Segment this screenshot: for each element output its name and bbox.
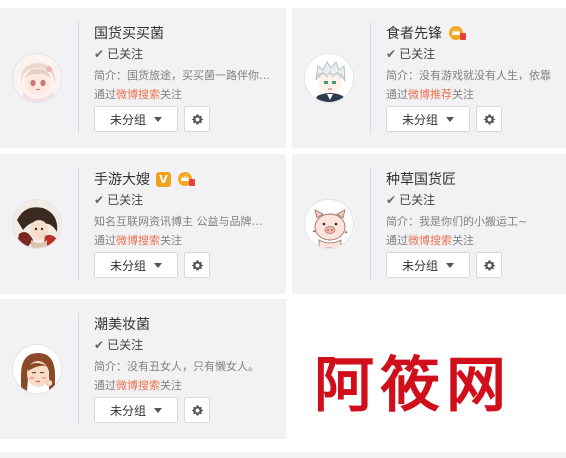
via-suffix: 关注 bbox=[160, 88, 182, 101]
followed-label: 已关注 bbox=[399, 193, 436, 207]
user-name[interactable]: 食者先锋 bbox=[386, 23, 442, 43]
caret-down-icon bbox=[446, 262, 454, 268]
via-prefix: 通过 bbox=[94, 379, 116, 392]
checkmark-icon: ✔ bbox=[94, 337, 105, 352]
group-label: 未分组 bbox=[401, 258, 438, 273]
caret-down-icon bbox=[154, 407, 162, 413]
follow-source: 通过微博推荐关注 bbox=[386, 86, 474, 102]
checkmark-icon: ✔ bbox=[94, 192, 105, 207]
user-name[interactable]: 潮美妆菌 bbox=[94, 314, 150, 334]
user-card: 国货买买菌 ✔ 已关注 简介：国货旅途，买买菌一路伴你… 通过微博搜索关注 未分… bbox=[0, 8, 286, 148]
via-source-link[interactable]: 微博搜索 bbox=[116, 88, 160, 101]
via-prefix: 通过 bbox=[386, 88, 408, 101]
user-intro: 简介：我是你们的小搬运工~ bbox=[386, 215, 528, 228]
followed-label: 已关注 bbox=[107, 338, 144, 352]
via-prefix: 通过 bbox=[94, 88, 116, 101]
via-source-link[interactable]: 微博推荐 bbox=[408, 88, 452, 101]
user-intro: 知名互联网资讯博主 公益与品牌… bbox=[94, 215, 263, 228]
followed-status: ✔ 已关注 bbox=[386, 45, 435, 62]
via-suffix: 关注 bbox=[452, 234, 474, 247]
group-label: 未分组 bbox=[109, 258, 146, 273]
followed-label: 已关注 bbox=[107, 193, 144, 207]
via-suffix: 关注 bbox=[452, 88, 474, 101]
name-row: 国货买买菌 bbox=[94, 23, 164, 43]
watermark: 阿筱网 bbox=[314, 351, 512, 421]
user-card: 潮美妆菌 ✔ 已关注 简介：没有丑女人，只有懒女人。 通过微博搜索关注 未分组 bbox=[0, 299, 286, 439]
divider bbox=[370, 168, 371, 280]
caret-down-icon bbox=[446, 116, 454, 122]
settings-button[interactable] bbox=[184, 106, 210, 132]
checkmark-icon: ✔ bbox=[386, 46, 397, 61]
via-suffix: 关注 bbox=[160, 379, 182, 392]
group-label: 未分组 bbox=[109, 112, 146, 127]
via-source-link[interactable]: 微博搜索 bbox=[408, 234, 452, 247]
group-label: 未分组 bbox=[401, 112, 438, 127]
group-select-button[interactable]: 未分组 bbox=[94, 397, 178, 423]
gear-icon bbox=[483, 259, 495, 271]
svg-text:✦: ✦ bbox=[344, 230, 348, 236]
avatar[interactable] bbox=[12, 199, 62, 249]
caret-down-icon bbox=[154, 262, 162, 268]
gear-icon bbox=[191, 404, 203, 416]
user-intro: 简介：没有游戏就没有人生，依靠 bbox=[386, 69, 551, 82]
follow-source: 通过微博搜索关注 bbox=[94, 86, 182, 102]
follow-source: 通过微博搜索关注 bbox=[94, 232, 182, 248]
settings-button[interactable] bbox=[184, 397, 210, 423]
user-card: ✦ ✦ 种草国货匠 ✔ 已关注 简介：我是你们的小搬运工~ 通过微博搜索关注 未… bbox=[292, 154, 566, 294]
verified-v-badge: V bbox=[156, 171, 171, 187]
via-prefix: 通过 bbox=[94, 234, 116, 247]
divider bbox=[370, 22, 371, 134]
gear-icon bbox=[191, 113, 203, 125]
crown-badge-icon bbox=[449, 26, 466, 40]
avatar[interactable] bbox=[304, 53, 354, 103]
settings-button[interactable] bbox=[476, 252, 502, 278]
via-source-link[interactable]: 微博搜索 bbox=[116, 379, 160, 392]
avatar[interactable]: ✦ ✦ bbox=[304, 199, 354, 249]
name-row: 手游大嫂 V bbox=[94, 169, 196, 189]
follow-source: 通过微博搜索关注 bbox=[386, 232, 474, 248]
checkmark-icon: ✔ bbox=[386, 192, 397, 207]
gear-icon bbox=[483, 113, 495, 125]
followed-label: 已关注 bbox=[399, 47, 436, 61]
group-select-button[interactable]: 未分组 bbox=[94, 106, 178, 132]
user-name[interactable]: 种草国货匠 bbox=[386, 169, 456, 189]
avatar[interactable] bbox=[12, 344, 62, 394]
user-card: 食者先锋 ✔ 已关注 简介：没有游戏就没有人生，依靠 通过微博推荐关注 未分组 bbox=[292, 8, 566, 148]
followed-status: ✔ 已关注 bbox=[94, 191, 143, 208]
user-card: 手游大嫂 V ✔ 已关注 知名互联网资讯博主 公益与品牌… 通过微博搜索关注 未… bbox=[0, 154, 286, 294]
svg-text:✦: ✦ bbox=[312, 229, 316, 235]
divider bbox=[78, 22, 79, 134]
group-select-button[interactable]: 未分组 bbox=[386, 252, 470, 278]
divider bbox=[78, 168, 79, 280]
user-intro: 简介：没有丑女人，只有懒女人。 bbox=[94, 360, 259, 373]
followed-status: ✔ 已关注 bbox=[94, 45, 143, 62]
via-prefix: 通过 bbox=[386, 234, 408, 247]
name-row: 食者先锋 bbox=[386, 23, 467, 43]
via-suffix: 关注 bbox=[160, 234, 182, 247]
user-name[interactable]: 国货买买菌 bbox=[94, 23, 164, 43]
via-source-link[interactable]: 微博搜索 bbox=[116, 234, 160, 247]
divider bbox=[78, 313, 79, 425]
name-row: 种草国货匠 bbox=[386, 169, 456, 189]
group-select-button[interactable]: 未分组 bbox=[94, 252, 178, 278]
caret-down-icon bbox=[154, 116, 162, 122]
followed-status: ✔ 已关注 bbox=[94, 336, 143, 353]
settings-button[interactable] bbox=[476, 106, 502, 132]
checkmark-icon: ✔ bbox=[94, 46, 105, 61]
followed-label: 已关注 bbox=[107, 47, 144, 61]
crown-badge-icon bbox=[178, 172, 195, 186]
bottom-divider bbox=[0, 452, 566, 458]
user-name[interactable]: 手游大嫂 bbox=[94, 169, 150, 189]
name-row: 潮美妆菌 bbox=[94, 314, 150, 334]
gear-icon bbox=[191, 259, 203, 271]
avatar[interactable] bbox=[12, 53, 62, 103]
follow-source: 通过微博搜索关注 bbox=[94, 377, 182, 393]
user-intro: 简介：国货旅途，买买菌一路伴你… bbox=[94, 69, 270, 82]
group-label: 未分组 bbox=[109, 403, 146, 418]
group-select-button[interactable]: 未分组 bbox=[386, 106, 470, 132]
followed-status: ✔ 已关注 bbox=[386, 191, 435, 208]
settings-button[interactable] bbox=[184, 252, 210, 278]
